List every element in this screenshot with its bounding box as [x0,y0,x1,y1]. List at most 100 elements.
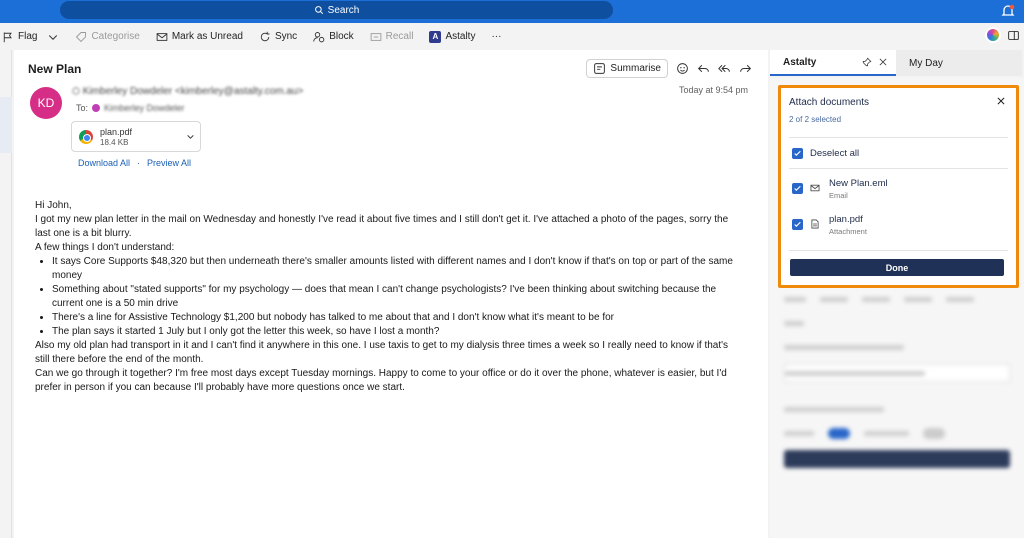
to-line: To: Kimberley Dowdeler [76,103,185,113]
more-options-button[interactable]: ··· [491,31,501,42]
mark-unread-button[interactable]: Mark as Unread [156,31,243,43]
message-actions: Summarise [586,59,752,78]
close-icon[interactable] [878,57,888,67]
tab-astalty-label: Astalty [783,56,817,68]
astalty-label: Astalty [445,31,476,42]
ribbon-toolbar: Flag Categorise Mark as Unread Sync Bloc… [0,23,1024,50]
chevron-down-icon[interactable] [186,132,195,141]
sender-address[interactable]: Kimberley Dowdeler <kimberley@astalty.co… [72,86,303,97]
summarise-icon [594,63,606,74]
flag-icon [3,32,12,42]
envelope-icon [156,32,168,41]
to-label: To: [76,103,89,113]
message-list-edge [0,50,12,538]
sync-icon [260,31,270,41]
sync-button[interactable]: Sync [259,31,297,43]
block-user-icon [313,31,325,42]
categorise-label: Categorise [91,31,140,42]
copilot-icon[interactable] [985,27,1001,43]
recall-button[interactable]: Recall [370,31,414,43]
astalty-logo-icon: A [429,30,442,43]
chevron-down-icon[interactable] [47,31,59,43]
emoji-reaction-icon[interactable] [676,62,689,75]
list-item: It says Core Supports $48,320 but then u… [52,255,740,283]
preview-all-link[interactable]: Preview All [147,158,191,168]
body-paragraph-1: I got my new plan letter in the mail on … [35,214,729,239]
email-subject: New Plan [28,62,82,76]
reading-pane: New Plan Summarise KD Kimberley Dowdeler… [14,50,768,538]
divider [789,168,1008,169]
checkmark-icon [794,150,801,156]
attachment-size: 18.4 KB [100,137,129,147]
reply-icon[interactable] [697,62,710,75]
dialog-title: Attach documents [789,97,870,108]
sync-label: Sync [274,31,298,42]
block-label: Block [329,31,354,42]
item-type: Email [829,191,848,200]
selected-message-indicator[interactable] [0,97,12,153]
list-item: Something about "stated supports" for my… [52,283,740,311]
tab-astalty[interactable]: Astalty [770,50,896,76]
done-button[interactable]: Done [790,259,1004,276]
summarise-button[interactable]: Summarise [586,59,668,78]
summarise-label: Summarise [610,63,661,74]
recall-icon [370,32,381,41]
divider [789,137,1008,138]
body-paragraph-4: Can we go through it together? I'm free … [35,368,727,393]
selection-count: 2 of 2 selected [789,115,842,124]
panel-toggle-icon[interactable] [1007,29,1020,42]
email-body: Hi John, I got my new plan letter in the… [35,199,740,395]
forward-icon[interactable] [739,62,752,75]
panel-tabs: Astalty My Day [770,50,1024,76]
tab-my-day[interactable]: My Day [896,50,1022,76]
tab-my-day-label: My Day [909,57,943,69]
pdf-browser-icon [79,129,93,144]
flag-label: Flag [18,31,38,42]
attachment-name: plan.pdf [100,126,133,137]
astalty-addin-button[interactable]: A Astalty [429,30,476,43]
body-paragraph-2: A few things I don't understand: [35,242,175,253]
reply-all-icon[interactable] [718,62,731,75]
attachment-card[interactable]: plan.pdf 18.4 KB [71,121,201,152]
recipient-name[interactable]: Kimberley Dowdeler [104,103,185,113]
more-label: ··· [491,31,502,42]
search-label: Search [327,4,360,16]
download-all-link[interactable]: Download All [78,158,130,168]
greeting: Hi John, [35,200,72,211]
pin-icon[interactable] [862,57,872,67]
recipient-avatar [92,104,101,112]
tag-icon [76,31,87,42]
item-name: plan.pdf [829,214,863,225]
item-checkbox-plan-pdf[interactable] [792,219,803,230]
mail-icon [810,184,820,192]
divider [789,250,1008,251]
block-button[interactable]: Block [313,31,354,43]
deselect-all-label[interactable]: Deselect all [810,148,859,159]
task-form-background [784,292,1010,468]
sender-avatar[interactable]: KD [30,87,62,119]
question-list: It says Core Supports $48,320 but then u… [35,255,740,339]
list-item: The plan says it started 1 July but I on… [52,325,740,339]
list-item: There's a line for Assistive Technology … [52,311,740,325]
item-name: New Plan.eml [829,178,888,189]
mark-unread-label: Mark as Unread [171,31,243,42]
document-icon [811,219,819,229]
search-box[interactable]: Search [60,1,613,19]
deselect-all-checkbox[interactable] [792,148,803,159]
checkmark-icon [794,185,801,191]
item-checkbox-new-plan-eml[interactable] [792,183,803,194]
recall-label: Recall [385,31,414,42]
email-timestamp: Today at 9:54 pm [678,85,748,95]
link-separator: · [137,158,141,168]
notification-bell-icon[interactable] [1000,3,1016,19]
close-icon[interactable] [996,96,1006,106]
circle-icon [72,87,80,95]
flag-button[interactable]: Flag [2,31,59,43]
categorise-button[interactable]: Categorise [75,31,140,43]
checkmark-icon [794,221,801,227]
title-bar: Search [0,0,1024,23]
search-icon [314,6,323,15]
item-type: Attachment [829,227,867,236]
body-paragraph-3: Also my old plan had transport in it and… [35,340,729,365]
attach-documents-dialog: Attach documents 2 of 2 selected Deselec… [781,88,1016,285]
